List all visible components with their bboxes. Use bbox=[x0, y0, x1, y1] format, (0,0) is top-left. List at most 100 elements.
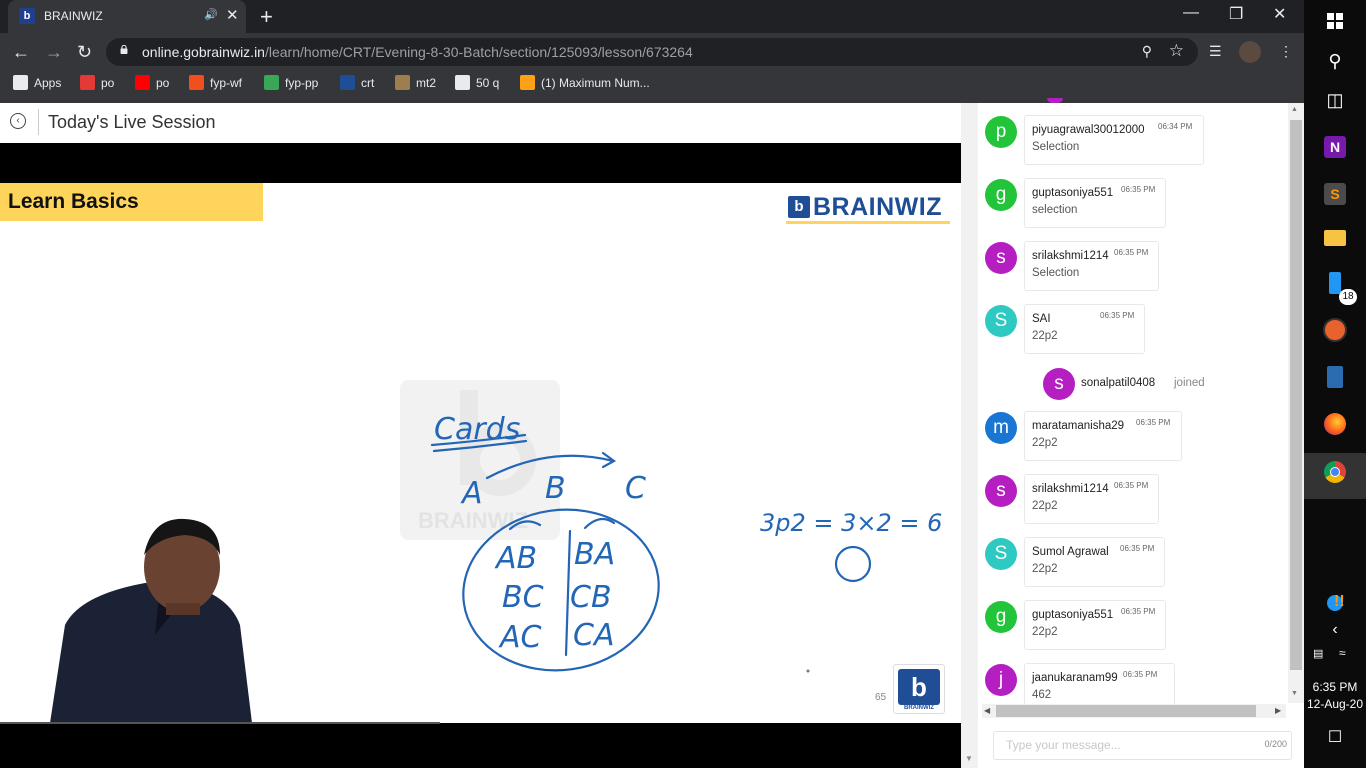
url-host: online.gobrainwiz.in bbox=[142, 44, 265, 60]
chat-scrollbar-thumb[interactable] bbox=[1290, 120, 1302, 670]
bookmark-label: crt bbox=[361, 75, 375, 90]
message-username: Sumol Agrawal bbox=[1032, 546, 1109, 558]
back-circle-icon[interactable]: ‹ bbox=[10, 113, 26, 129]
clock-date: 12-Aug-20 bbox=[1306, 697, 1364, 711]
bookmark-item[interactable]: fyp-pp bbox=[264, 75, 318, 90]
maximize-button[interactable]: ❐ bbox=[1229, 4, 1243, 24]
message-bubble: piyuagrawal30012000 06:34 PM Selection bbox=[1024, 115, 1204, 165]
sublime-icon[interactable]: S bbox=[1320, 178, 1350, 208]
menu-kebab-icon[interactable]: ⋮ bbox=[1279, 43, 1293, 60]
message-input[interactable] bbox=[1004, 737, 1248, 753]
profile-avatar[interactable] bbox=[1239, 41, 1261, 63]
url-text: online.gobrainwiz.in/learn/home/CRT/Even… bbox=[142, 44, 693, 60]
key-icon[interactable]: ⚲ bbox=[1142, 43, 1152, 60]
bookmark-label: mt2 bbox=[416, 75, 437, 90]
back-arrow-icon[interactable]: ← bbox=[12, 42, 30, 63]
close-window-button[interactable]: ✕ bbox=[1273, 4, 1286, 24]
scroll-left-icon[interactable]: ◀ bbox=[984, 706, 990, 715]
minimize-button[interactable]: — bbox=[1183, 4, 1199, 22]
wifi-icon[interactable]: ≈ bbox=[1339, 646, 1346, 660]
media-control-icon[interactable]: ☰ bbox=[1209, 43, 1222, 60]
user-avatar: s bbox=[1043, 368, 1075, 400]
youtube-icon bbox=[135, 75, 150, 90]
user-avatar: m bbox=[985, 412, 1017, 444]
chevron-left-icon[interactable]: ‹ bbox=[1320, 615, 1350, 645]
notes-pair: CB bbox=[570, 580, 612, 615]
message-bubble: SAI 06:35 PM 22p2 bbox=[1024, 304, 1145, 354]
message-username: guptasoniya551 bbox=[1032, 187, 1114, 199]
file-explorer-icon[interactable] bbox=[1320, 225, 1350, 255]
user-avatar: S bbox=[985, 538, 1017, 570]
pp-icon bbox=[264, 75, 279, 90]
scroll-right-icon[interactable]: ▶ bbox=[1275, 706, 1281, 715]
calculator-icon[interactable] bbox=[1320, 366, 1350, 396]
message-username: SAI bbox=[1032, 313, 1051, 325]
bookmark-item[interactable]: 50 q bbox=[455, 75, 499, 90]
address-bar[interactable]: online.gobrainwiz.in/learn/home/CRT/Even… bbox=[106, 38, 1198, 66]
bookmark-star-icon[interactable]: ☆ bbox=[1169, 41, 1184, 61]
bookmark-item[interactable]: Apps bbox=[13, 75, 61, 90]
windows-start-icon[interactable] bbox=[1320, 6, 1350, 36]
onenote-icon[interactable]: N bbox=[1320, 131, 1350, 161]
notes-pair: CA bbox=[573, 618, 614, 653]
notes-pair: BC bbox=[502, 580, 544, 615]
message-username: srilakshmi1214 bbox=[1032, 483, 1109, 495]
speaker-icon[interactable]: 🔊 bbox=[204, 8, 218, 21]
chat-hscrollbar-thumb[interactable] bbox=[996, 705, 1256, 717]
bookmark-item[interactable]: crt bbox=[340, 75, 374, 90]
message-time: 06:35 PM bbox=[1121, 607, 1156, 616]
join-username: sonalpatil0408 bbox=[1081, 377, 1156, 389]
system-clock[interactable]: 6:35 PM 12-Aug-20 bbox=[1304, 679, 1366, 713]
user-avatar: g bbox=[985, 179, 1017, 211]
forward-arrow-icon[interactable]: → bbox=[45, 42, 63, 63]
bookmark-item[interactable]: mt2 bbox=[395, 75, 436, 90]
search-icon[interactable]: ⚲ bbox=[1320, 46, 1350, 76]
message-username: srilakshmi1214 bbox=[1032, 250, 1109, 262]
message-time: 06:35 PM bbox=[1114, 481, 1149, 490]
message-text: 22p2 bbox=[1032, 626, 1058, 638]
bookmark-label: po bbox=[101, 75, 115, 90]
user-avatar: S bbox=[985, 305, 1017, 337]
message-time: 06:35 PM bbox=[1100, 311, 1135, 320]
firefox-icon[interactable] bbox=[1320, 413, 1350, 443]
brainwiz-icon bbox=[340, 75, 355, 90]
message-text: 22p2 bbox=[1032, 437, 1058, 449]
chrome-icon[interactable] bbox=[1320, 461, 1350, 491]
brainwiz-b-icon: b bbox=[898, 669, 940, 705]
user-avatar: s bbox=[985, 242, 1017, 274]
avatar-partial bbox=[1047, 98, 1063, 103]
message-bubble: srilakshmi1214 06:35 PM Selection bbox=[1024, 241, 1159, 291]
bookmark-item[interactable]: po bbox=[80, 75, 114, 90]
message-text: 22p2 bbox=[1032, 500, 1058, 512]
notes-letter-b: B bbox=[545, 471, 566, 506]
scroll-up-icon[interactable]: ▲ bbox=[1291, 106, 1298, 113]
task-view-icon[interactable]: ◫ bbox=[1320, 85, 1350, 115]
bookmark-item[interactable]: po bbox=[135, 75, 169, 90]
message-time: 06:35 PM bbox=[1120, 544, 1155, 553]
panel-gutter bbox=[961, 103, 978, 768]
message-input-box[interactable]: 0/200 bbox=[993, 731, 1292, 760]
cc-icon bbox=[395, 75, 410, 90]
apps-grid-icon bbox=[13, 75, 28, 90]
bookmark-label: fyp-wf bbox=[210, 75, 243, 90]
battery-icon[interactable]: ▤ bbox=[1313, 647, 1323, 660]
message-time: 06:35 PM bbox=[1136, 418, 1171, 427]
scroll-down-icon[interactable]: ▼ bbox=[1291, 690, 1298, 697]
message-bubble: guptasoniya551 06:35 PM selection bbox=[1024, 178, 1166, 228]
bookmark-item[interactable]: fyp-wf bbox=[189, 75, 242, 90]
reload-icon[interactable]: ↻ bbox=[77, 42, 92, 63]
panel-scroll-down-icon[interactable]: ▼ bbox=[965, 754, 973, 763]
browser-tab[interactable]: b BRAINWIZ 🔊 ✕ bbox=[8, 0, 246, 33]
new-tab-button[interactable]: + bbox=[260, 4, 273, 30]
action-center-icon[interactable]: ☐ bbox=[1320, 723, 1350, 753]
media-player-icon[interactable] bbox=[1320, 318, 1350, 348]
message-text: 22p2 bbox=[1032, 563, 1058, 575]
close-tab-icon[interactable]: ✕ bbox=[226, 6, 239, 24]
message-text: Selection bbox=[1032, 267, 1080, 279]
bookmark-item[interactable]: (1) Maximum Num... bbox=[520, 75, 650, 90]
user-avatar: p bbox=[985, 116, 1017, 148]
presenter-video bbox=[50, 518, 252, 723]
figma-icon bbox=[189, 75, 204, 90]
video-progress-line bbox=[0, 722, 440, 724]
corner-brand-logo: b BRAINWIZ bbox=[893, 664, 945, 714]
